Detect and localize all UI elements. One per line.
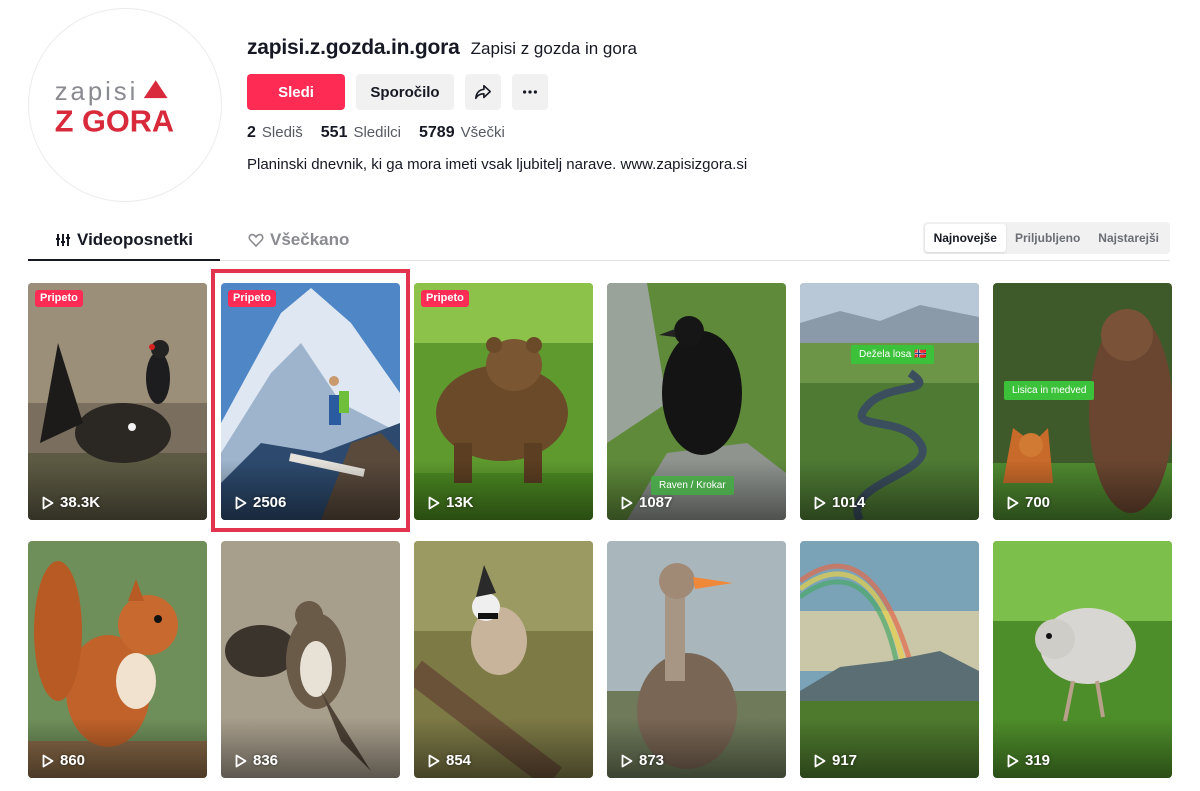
view-count: 1087 xyxy=(621,494,672,511)
video-card[interactable]: Pripeto 2506 xyxy=(221,283,400,520)
tab-liked[interactable]: Všečkano xyxy=(248,220,358,260)
pinned-badge: Pripeto xyxy=(421,290,469,307)
tab-liked-label: Všečkano xyxy=(270,230,350,249)
more-icon xyxy=(522,90,538,94)
profile-avatar[interactable]: zapisi Z GORA xyxy=(28,8,222,202)
view-count: 854 xyxy=(428,752,471,769)
play-icon xyxy=(814,754,826,767)
view-count: 2506 xyxy=(235,494,286,511)
play-icon xyxy=(42,754,54,767)
sort-toggle: Najnovejše Priljubljeno Najstarejši xyxy=(922,222,1170,254)
stat-likes: 5789 Všečki xyxy=(419,124,505,141)
play-icon xyxy=(621,496,633,509)
view-count: 700 xyxy=(1007,494,1050,511)
view-count: 860 xyxy=(42,752,85,769)
pinned-badge: Pripeto xyxy=(228,290,276,307)
play-icon xyxy=(235,496,247,509)
play-icon xyxy=(428,754,440,767)
profile-stats: 2 Slediš 551 Sledilci 5789 Všečki xyxy=(247,124,505,142)
play-icon xyxy=(428,496,440,509)
sort-oldest[interactable]: Najstarejši xyxy=(1089,224,1168,252)
share-icon xyxy=(474,84,492,100)
play-icon xyxy=(621,754,633,767)
more-button[interactable] xyxy=(512,74,548,110)
video-caption-label: Dežela losa 🇳🇴 xyxy=(851,345,935,364)
svg-text:zapisi: zapisi xyxy=(55,78,139,106)
view-count: 1014 xyxy=(814,494,865,511)
pinned-badge: Pripeto xyxy=(35,290,83,307)
video-card[interactable]: Lisica in medved 700 xyxy=(993,283,1172,520)
video-card[interactable]: Pripeto 13K xyxy=(414,283,593,520)
video-card[interactable]: 873 xyxy=(607,541,786,778)
video-caption-label: Raven / Krokar xyxy=(651,476,734,495)
video-card[interactable]: 917 xyxy=(800,541,979,778)
heart-lock-icon xyxy=(248,233,264,248)
video-card[interactable]: 319 xyxy=(993,541,1172,778)
profile-bio: Planinski dnevnik, ki ga mora imeti vsak… xyxy=(247,156,748,173)
view-count: 38.3K xyxy=(42,494,100,511)
video-card[interactable]: 854 xyxy=(414,541,593,778)
tab-videos-label: Videoposnetki xyxy=(77,229,193,249)
nickname: Zapisi z gozda in gora xyxy=(470,39,637,58)
message-button[interactable]: Sporočilo xyxy=(356,74,454,110)
video-card[interactable]: 836 xyxy=(221,541,400,778)
username: zapisi.z.gozda.in.gora xyxy=(247,36,460,59)
video-card[interactable]: Raven / Krokar 1087 xyxy=(607,283,786,520)
stat-followers[interactable]: 551 Sledilci xyxy=(321,124,401,142)
view-count: 873 xyxy=(621,752,664,769)
play-icon xyxy=(814,496,826,509)
sort-popular[interactable]: Priljubljeno xyxy=(1006,224,1089,252)
stat-following[interactable]: 2 Slediš xyxy=(247,124,303,142)
play-icon xyxy=(42,496,54,509)
name-row: zapisi.z.gozda.in.gora Zapisi z gozda in… xyxy=(247,36,1180,64)
svg-text:Z GORA: Z GORA xyxy=(55,104,174,139)
play-icon xyxy=(1007,496,1019,509)
sort-newest[interactable]: Najnovejše xyxy=(924,224,1006,252)
view-count: 836 xyxy=(235,752,278,769)
grid-icon xyxy=(56,233,71,246)
play-icon xyxy=(1007,754,1019,767)
view-count: 917 xyxy=(814,752,857,769)
video-caption-label: Lisica in medved xyxy=(1004,381,1095,400)
view-count: 319 xyxy=(1007,752,1050,769)
profile-info: zapisi.z.gozda.in.gora Zapisi z gozda in… xyxy=(247,36,1180,173)
tab-videos[interactable]: Videoposnetki xyxy=(28,220,220,261)
profile-actions: Sledi Sporočilo xyxy=(247,74,548,110)
zapisi-z-gora-logo: zapisi Z GORA xyxy=(55,78,174,139)
video-card[interactable]: 860 xyxy=(28,541,207,778)
play-icon xyxy=(235,754,247,767)
share-button[interactable] xyxy=(465,74,501,110)
video-card[interactable]: Pripeto 38.3K xyxy=(28,283,207,520)
view-count: 13K xyxy=(428,494,474,511)
video-card[interactable]: Dežela losa 🇳🇴 1014 xyxy=(800,283,979,520)
follow-button[interactable]: Sledi xyxy=(247,74,345,110)
